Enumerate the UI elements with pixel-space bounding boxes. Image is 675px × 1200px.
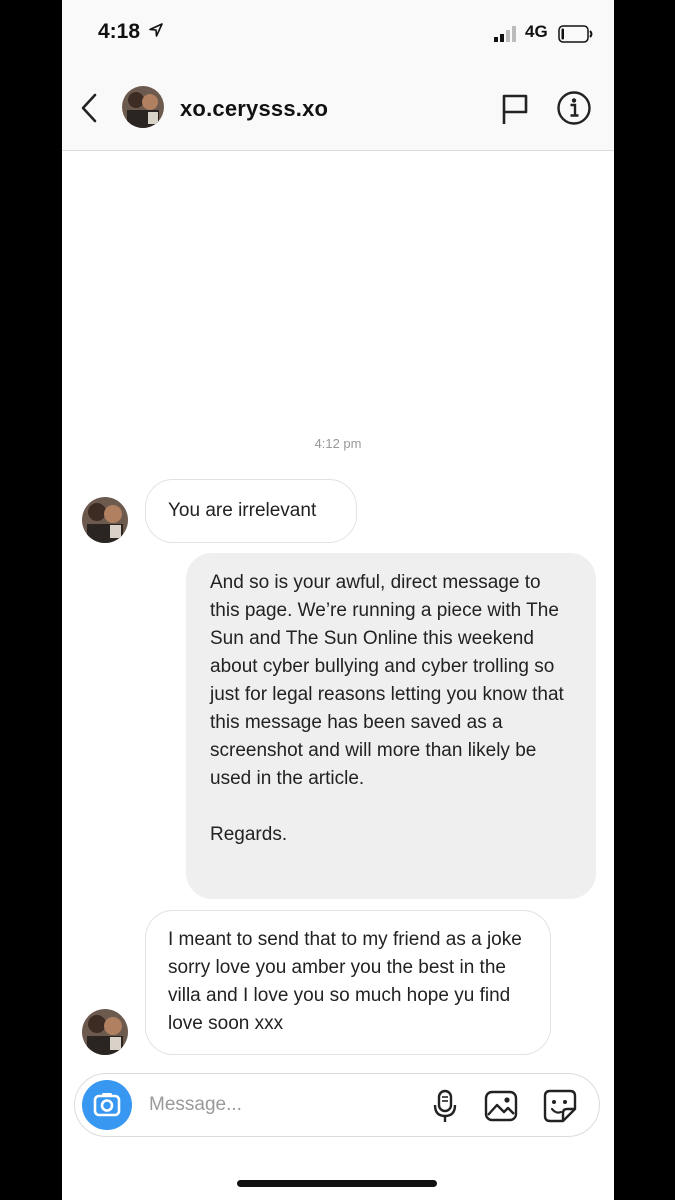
message-sign-off: Regards. — [210, 824, 288, 845]
outgoing-message[interactable]: And so is your awful, direct message to … — [186, 553, 596, 899]
chat-username[interactable]: xo.cerysss.xo — [180, 96, 328, 122]
gallery-icon[interactable] — [483, 1088, 519, 1129]
message-input[interactable] — [149, 1092, 409, 1118]
network-type: 4G — [525, 22, 548, 41]
chat-header: xo.cerysss.xo — [62, 66, 614, 151]
avatar[interactable] — [122, 86, 164, 128]
avatar[interactable] — [82, 1009, 128, 1055]
microphone-icon[interactable] — [430, 1088, 460, 1129]
message-timestamp: 4:12 pm — [314, 436, 362, 451]
camera-icon — [82, 1093, 132, 1134]
status-bar: 4:18 4G — [62, 0, 614, 66]
back-chevron-icon[interactable] — [78, 92, 100, 129]
status-time: 4:18 — [98, 20, 141, 43]
home-indicator[interactable] — [237, 1180, 437, 1187]
sticker-icon[interactable] — [541, 1087, 579, 1130]
location-arrow-icon — [148, 22, 164, 43]
message-text: And so is your awful, direct message to … — [210, 572, 564, 789]
incoming-message[interactable]: You are irrelevant — [145, 479, 357, 543]
message-composer — [74, 1073, 600, 1137]
phone-screen: 4:18 4G xo.cerysss.xo 4:12 pm You are ir… — [62, 0, 614, 1200]
signal-icon — [492, 26, 520, 47]
info-icon[interactable] — [556, 90, 592, 131]
incoming-message[interactable]: I meant to send that to my friend as a j… — [145, 910, 551, 1055]
camera-button[interactable] — [82, 1080, 132, 1130]
avatar[interactable] — [82, 497, 128, 543]
battery-icon — [558, 25, 594, 48]
flag-icon[interactable] — [500, 92, 530, 131]
